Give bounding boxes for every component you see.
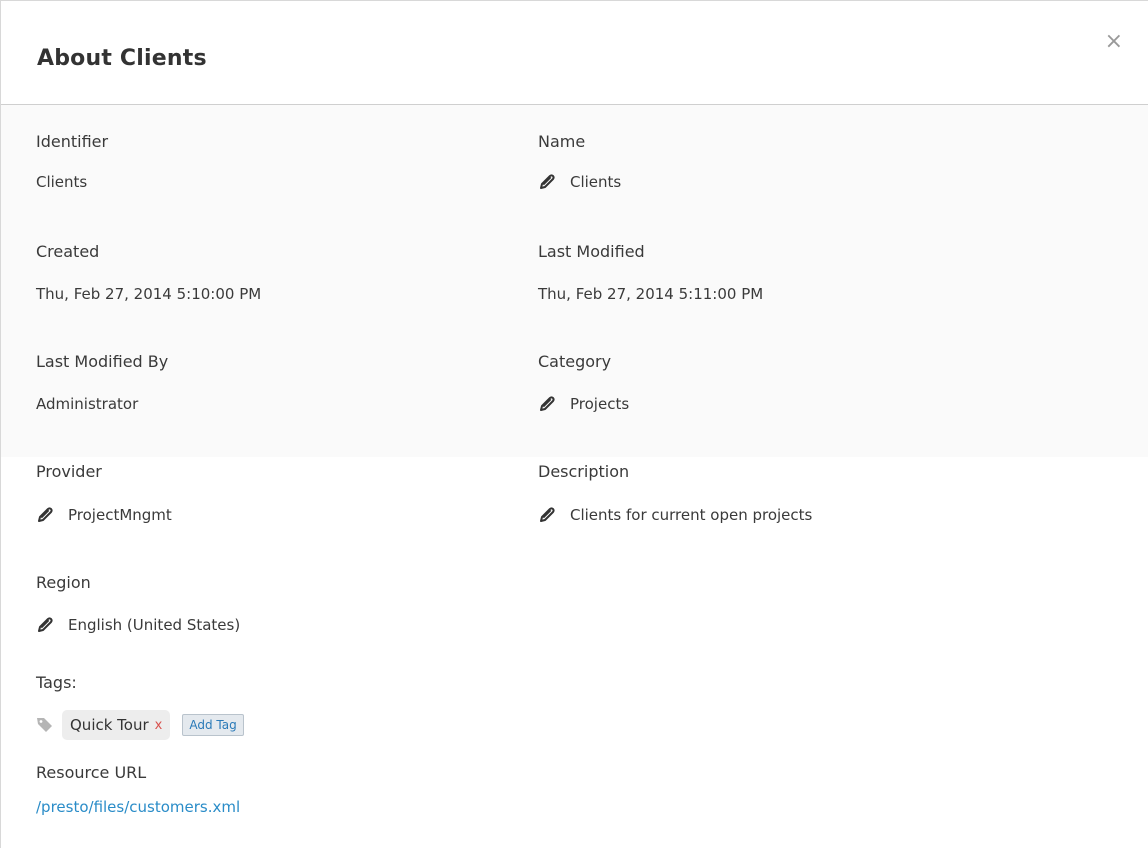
tags-label: Tags: — [36, 673, 77, 692]
region-label: Region — [36, 573, 91, 592]
pencil-icon[interactable] — [538, 506, 556, 524]
pencil-icon[interactable] — [36, 616, 54, 634]
resource-url-link[interactable]: /presto/files/customers.xml — [36, 798, 240, 816]
dialog-header: About Clients × — [1, 1, 1148, 105]
identifier-text: Clients — [36, 173, 88, 191]
category-label: Category — [538, 352, 612, 371]
resource-url-label: Resource URL — [36, 763, 147, 782]
dialog-title: About Clients — [37, 46, 207, 71]
pencil-icon[interactable] — [538, 173, 556, 191]
region-value[interactable]: English (United States) — [36, 616, 240, 634]
created-text: Thu, Feb 27, 2014 5:10:00 PM — [36, 285, 262, 303]
last-modified-by-value: Administrator — [36, 395, 138, 413]
remove-tag-button[interactable]: x — [155, 718, 163, 733]
description-text: Clients for current open projects — [570, 506, 813, 524]
about-dialog: About Clients × Identifier Clients Name … — [0, 0, 1148, 848]
identifier-label: Identifier — [36, 132, 109, 151]
tag-icon — [37, 718, 52, 732]
tags-list: Quick Tour x Add Tag — [36, 710, 244, 740]
region-text: English (United States) — [68, 616, 241, 634]
provider-label: Provider — [36, 462, 102, 481]
pencil-icon[interactable] — [538, 395, 556, 413]
last-modified-by-text: Administrator — [36, 395, 139, 413]
last-modified-text: Thu, Feb 27, 2014 5:11:00 PM — [538, 285, 764, 303]
name-value[interactable]: Clients — [538, 173, 621, 191]
close-icon[interactable]: × — [1105, 31, 1123, 53]
last-modified-label: Last Modified — [538, 242, 645, 261]
add-tag-button[interactable]: Add Tag — [182, 714, 244, 736]
identifier-value: Clients — [36, 173, 87, 191]
description-value[interactable]: Clients for current open projects — [538, 506, 812, 524]
provider-text: ProjectMngmt — [68, 506, 172, 524]
name-text: Clients — [570, 173, 622, 191]
last-modified-value: Thu, Feb 27, 2014 5:11:00 PM — [538, 285, 763, 303]
tag-chip: Quick Tour x — [62, 710, 171, 740]
pencil-icon[interactable] — [36, 506, 54, 524]
last-modified-by-label: Last Modified By — [36, 352, 169, 371]
provider-value[interactable]: ProjectMngmt — [36, 506, 172, 524]
created-label: Created — [36, 242, 100, 261]
name-label: Name — [538, 132, 586, 151]
category-value[interactable]: Projects — [538, 395, 629, 413]
created-value: Thu, Feb 27, 2014 5:10:00 PM — [36, 285, 261, 303]
description-label: Description — [538, 462, 630, 481]
category-text: Projects — [570, 395, 630, 413]
tag-label: Quick Tour — [70, 716, 149, 734]
